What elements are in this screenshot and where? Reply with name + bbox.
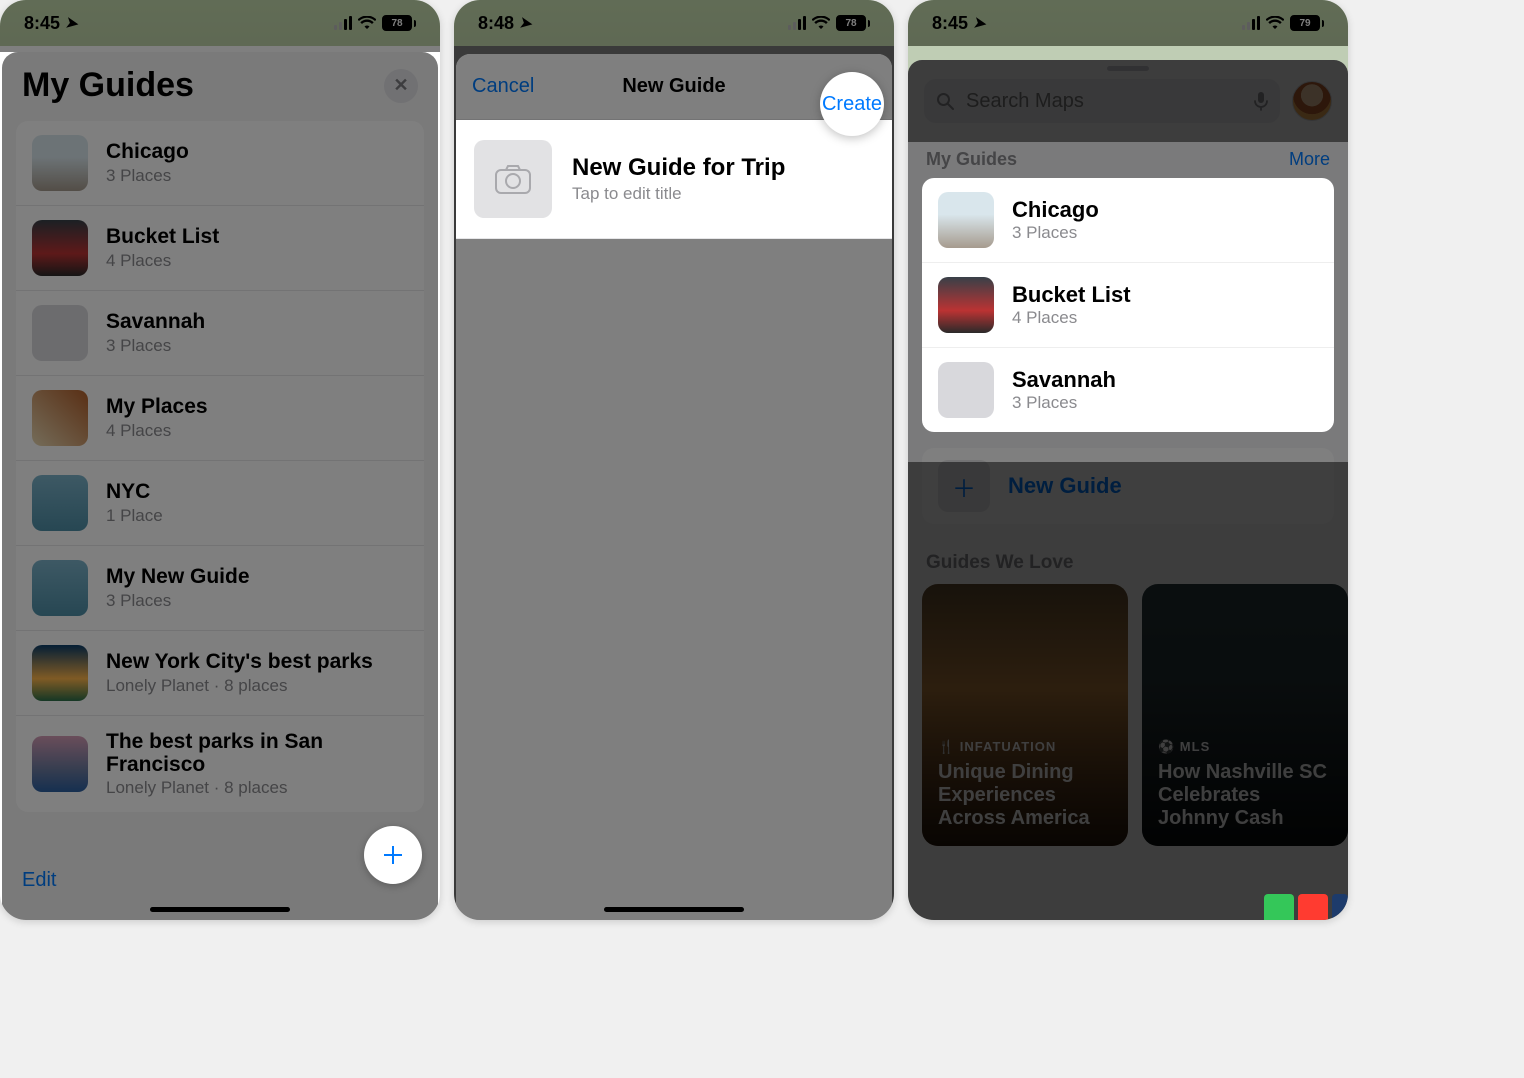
my-guides-card: Chicago3 Places Bucket List4 Places Sava… (922, 178, 1334, 432)
status-bar: 8:48 ➤ 78 (454, 0, 894, 46)
guide-detail: 3 Places (1012, 393, 1116, 413)
guide-title-hint: Tap to edit title (572, 184, 785, 204)
guide-row-nyc[interactable]: NYC 1 Place (16, 461, 424, 546)
dim-top (908, 60, 1348, 142)
guide-name: My New Guide (106, 565, 250, 588)
guide-name: Savannah (1012, 367, 1116, 393)
page-title: My Guides (22, 66, 194, 105)
location-icon: ➤ (973, 13, 989, 33)
guide-row-my-places[interactable]: My Places 4 Places (16, 376, 424, 461)
guide-name: Bucket List (106, 225, 219, 248)
guide-name: My Places (106, 395, 208, 418)
cancel-button[interactable]: Cancel (472, 75, 534, 98)
guide-row-nyc-parks[interactable]: New York City's best parks Lonely Planet … (16, 631, 424, 716)
guide-detail: 3 Places (106, 336, 205, 356)
battery-icon: 79 (1290, 15, 1324, 31)
guide-row-savannah[interactable]: Savannah 3 Places (16, 291, 424, 376)
guide-row-sf-parks[interactable]: The best parks in San FranciscoLonely Pl… (16, 716, 424, 812)
home-indicator (150, 907, 290, 912)
guide-name: Chicago (1012, 197, 1099, 223)
dim-bottom (908, 462, 1348, 920)
guide-detail: 3 Places (106, 591, 250, 611)
guide-detail: 3 Places (1012, 223, 1099, 243)
guide-detail: 4 Places (1012, 308, 1131, 328)
location-icon: ➤ (519, 13, 535, 33)
wifi-icon (1266, 16, 1284, 30)
new-guide-sheet: Cancel New Guide New Guide for Trip Tap … (456, 54, 892, 920)
location-icon: ➤ (65, 13, 81, 33)
new-guide-title-row[interactable]: New Guide for Trip Tap to edit title (456, 120, 892, 239)
battery-icon: 78 (382, 15, 416, 31)
add-guide-button[interactable] (364, 826, 422, 884)
sheet-title: New Guide (622, 75, 725, 98)
guide-row-savannah[interactable]: Savannah3 Places (922, 348, 1334, 432)
cellular-icon (788, 16, 806, 30)
guide-thumb-icon (938, 362, 994, 418)
clock: 8:45 (932, 13, 968, 34)
guide-thumb-icon (32, 390, 88, 446)
guide-detail: Lonely Planet · 8 places (106, 778, 408, 798)
guide-thumb-icon (32, 645, 88, 701)
guide-name: Chicago (106, 140, 189, 163)
guide-title-input[interactable]: New Guide for Trip (572, 154, 785, 182)
create-button[interactable]: Create (820, 72, 884, 136)
screen-maps-home: 8:45 ➤ 79 My Guides More Chicago (908, 0, 1348, 920)
clock: 8:48 (478, 13, 514, 34)
guide-name: The best parks in San Francisco (106, 730, 408, 776)
cellular-icon (1242, 16, 1260, 30)
guide-thumb-icon (32, 736, 88, 792)
guide-thumb-icon (32, 475, 88, 531)
guide-thumb-icon (32, 220, 88, 276)
guide-name: NYC (106, 480, 163, 503)
guide-name: Savannah (106, 310, 205, 333)
guide-row-chicago[interactable]: Chicago3 Places (922, 178, 1334, 263)
close-button[interactable]: ✕ (384, 69, 418, 103)
home-indicator (604, 907, 744, 912)
dock-peek (1264, 894, 1348, 920)
guide-row-my-new-guide[interactable]: My New Guide 3 Places (16, 546, 424, 631)
cellular-icon (334, 16, 352, 30)
clock: 8:45 (24, 13, 60, 34)
guide-detail: 4 Places (106, 421, 208, 441)
guide-thumb-icon (938, 277, 994, 333)
status-bar: 8:45 ➤ 78 (0, 0, 440, 46)
guide-detail: Lonely Planet · 8 places (106, 676, 373, 696)
guide-detail: 1 Place (106, 506, 163, 526)
photo-placeholder[interactable] (474, 140, 552, 218)
edit-button[interactable]: Edit (22, 869, 56, 892)
wifi-icon (812, 16, 830, 30)
screen-my-guides: 8:45 ➤ 78 My Guides ✕ Chicago 3 Places Bu… (0, 0, 440, 920)
guide-thumb-icon (32, 305, 88, 361)
guide-thumb-icon (32, 135, 88, 191)
guide-name: Bucket List (1012, 282, 1131, 308)
guide-detail: 4 Places (106, 251, 219, 271)
camera-icon (495, 164, 531, 194)
guide-list: Chicago 3 Places Bucket List 4 Places Sava… (16, 121, 424, 812)
guide-detail: 3 Places (106, 166, 189, 186)
wifi-icon (358, 16, 376, 30)
guide-thumb-icon (32, 560, 88, 616)
my-guides-sheet: My Guides ✕ Chicago 3 Places Bucket List 4… (2, 52, 438, 920)
guide-row-bucket-list[interactable]: Bucket List4 Places (922, 263, 1334, 348)
more-button[interactable]: More (1289, 149, 1330, 170)
guide-thumb-icon (938, 192, 994, 248)
section-title: My Guides (926, 149, 1017, 170)
guide-row-chicago[interactable]: Chicago 3 Places (16, 121, 424, 206)
plus-icon (381, 843, 405, 867)
guide-row-bucket-list[interactable]: Bucket List 4 Places (16, 206, 424, 291)
guide-name: New York City's best parks (106, 650, 373, 673)
screen-new-guide: 8:48 ➤ 78 Cancel New Guide New Guide for… (454, 0, 894, 920)
status-bar: 8:45 ➤ 79 (908, 0, 1348, 46)
battery-icon: 78 (836, 15, 870, 31)
